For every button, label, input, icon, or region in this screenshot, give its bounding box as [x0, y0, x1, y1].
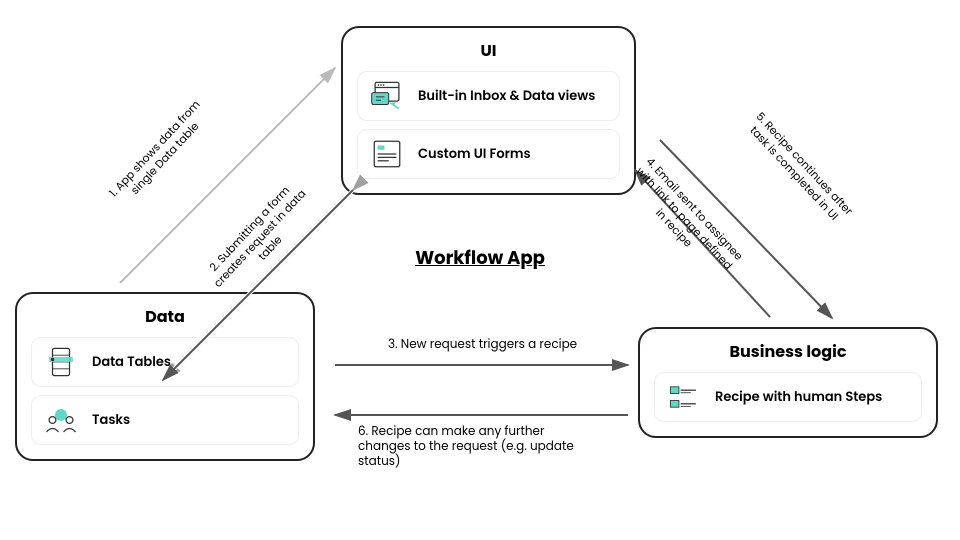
data-table-icon — [44, 345, 78, 379]
node-ui: UI Built-in Inbox & Data views — [341, 26, 636, 195]
node-data: Data Data Tables Tasks — [15, 292, 315, 461]
card-label: Data Tables — [92, 352, 171, 372]
card-label: Recipe with human Steps — [715, 387, 882, 407]
card-label: Custom UI Forms — [418, 144, 531, 164]
card-logic-recipe: Recipe with human Steps — [654, 372, 922, 422]
tasks-people-icon — [44, 403, 78, 437]
edge-label-5: 5. Recipe continues after task is comple… — [741, 108, 857, 229]
edge-label-3: 3. New request triggers a recipe — [388, 337, 598, 352]
card-ui-inbox: Built-in Inbox & Data views — [357, 71, 620, 121]
card-data-tables: Data Tables — [31, 337, 299, 387]
node-data-title: Data — [31, 304, 299, 329]
edge-label-2: 2. Submitting a form creates request in … — [201, 177, 320, 300]
node-ui-title: UI — [357, 38, 620, 63]
inbox-window-icon — [370, 79, 404, 113]
form-lines-icon — [370, 137, 404, 171]
edge-label-1: 1. App shows data from single Data table — [106, 97, 215, 211]
diagram-title: Workflow App — [0, 245, 960, 272]
card-ui-forms: Custom UI Forms — [357, 129, 620, 179]
card-data-tasks: Tasks — [31, 395, 299, 445]
edge-label-6: 6. Recipe can make any further changes t… — [358, 424, 598, 469]
node-logic: Business logic Recipe with human Steps — [638, 327, 938, 438]
card-label: Built-in Inbox & Data views — [418, 86, 595, 106]
recipe-steps-icon — [667, 380, 701, 414]
node-logic-title: Business logic — [654, 339, 922, 364]
card-label: Tasks — [92, 410, 130, 430]
